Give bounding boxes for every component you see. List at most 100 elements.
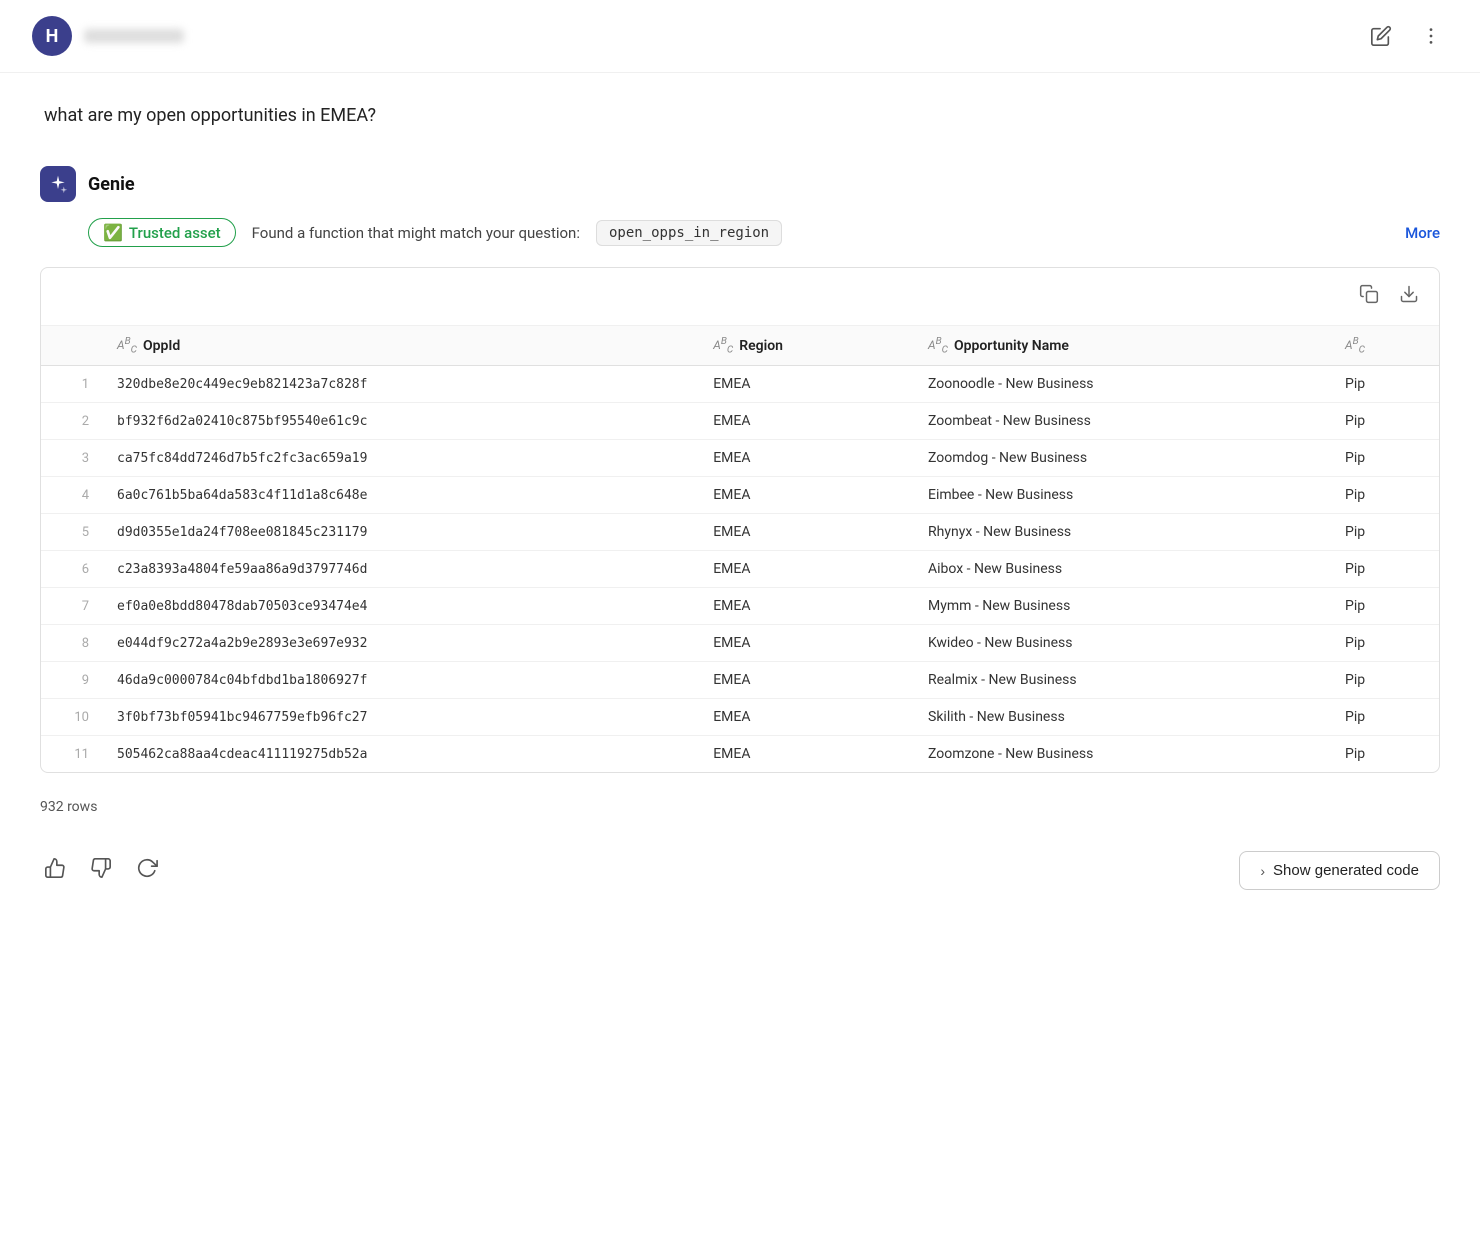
user-question: what are my open opportunities in EMEA? xyxy=(44,105,1440,126)
cell-extra: Pip xyxy=(1329,551,1439,588)
cell-extra: Pip xyxy=(1329,477,1439,514)
results-table: ABC OppId ABC Region ABC xyxy=(41,326,1439,772)
cell-extra: Pip xyxy=(1329,366,1439,403)
thumbs-down-button[interactable] xyxy=(86,853,116,889)
trusted-asset-badge: ✅ Trusted asset xyxy=(88,218,236,247)
cell-opp-id: 505462ca88aa4cdeac411119275db52a xyxy=(101,736,697,773)
cell-opp-name: Mymm - New Business xyxy=(912,588,1329,625)
row-number: 8 xyxy=(41,625,101,662)
avatar: H xyxy=(32,16,72,56)
extra-col-icon: ABC xyxy=(1345,336,1365,355)
cell-opp-name: Eimbee - New Business xyxy=(912,477,1329,514)
cell-opp-name: Zoomdog - New Business xyxy=(912,440,1329,477)
results-table-container: ABC OppId ABC Region ABC xyxy=(40,267,1440,773)
genie-label: Genie xyxy=(88,174,135,195)
username-blur xyxy=(84,29,184,43)
trusted-asset-label: Trusted asset xyxy=(129,224,221,242)
oppid-col-icon: ABC xyxy=(117,336,137,355)
row-number: 11 xyxy=(41,736,101,773)
download-button[interactable] xyxy=(1395,280,1423,313)
cell-opp-id: 6a0c761b5ba64da583c4f11d1a8c648e xyxy=(101,477,697,514)
table-toolbar xyxy=(41,268,1439,326)
cell-region: EMEA xyxy=(697,662,912,699)
more-link[interactable]: More xyxy=(1405,224,1440,242)
table-header-row: ABC OppId ABC Region ABC xyxy=(41,326,1439,366)
table-body: 1320dbe8e20c449ec9eb821423a7c828fEMEAZoo… xyxy=(41,366,1439,773)
cell-opp-name: Zoombeat - New Business xyxy=(912,403,1329,440)
cell-opp-id: ca75fc84dd7246d7b5fc2fc3ac659a19 xyxy=(101,440,697,477)
table-row: 1320dbe8e20c449ec9eb821423a7c828fEMEAZoo… xyxy=(41,366,1439,403)
region-col-icon: ABC xyxy=(713,336,733,355)
copy-button[interactable] xyxy=(1355,280,1383,313)
table-row: 7ef0a0e8bdd80478dab70503ce93474e4EMEAMym… xyxy=(41,588,1439,625)
cell-extra: Pip xyxy=(1329,662,1439,699)
top-bar: H xyxy=(0,0,1480,73)
table-row: 2bf932f6d2a02410c875bf95540e61c9cEMEAZoo… xyxy=(41,403,1439,440)
cell-opp-name: Aibox - New Business xyxy=(912,551,1329,588)
table-row: 11505462ca88aa4cdeac411119275db52aEMEAZo… xyxy=(41,736,1439,773)
main-content: what are my open opportunities in EMEA? … xyxy=(0,73,1480,922)
thumbs-up-button[interactable] xyxy=(40,853,70,889)
col-header-oppname: ABC Opportunity Name xyxy=(912,326,1329,366)
genie-header: Genie xyxy=(40,166,1440,202)
cell-opp-id: ef0a0e8bdd80478dab70503ce93474e4 xyxy=(101,588,697,625)
cell-extra: Pip xyxy=(1329,440,1439,477)
show-code-label: Show generated code xyxy=(1273,862,1419,879)
col-label-region: Region xyxy=(739,338,783,354)
cell-region: EMEA xyxy=(697,403,912,440)
function-name-badge: open_opps_in_region xyxy=(596,220,782,246)
col-label-oppid: OppId xyxy=(143,338,180,354)
row-number: 7 xyxy=(41,588,101,625)
col-header-region: ABC Region xyxy=(697,326,912,366)
more-options-button[interactable] xyxy=(1414,19,1448,53)
cell-region: EMEA xyxy=(697,736,912,773)
cell-region: EMEA xyxy=(697,625,912,662)
col-header-oppid: ABC OppId xyxy=(101,326,697,366)
top-icons xyxy=(1364,19,1448,53)
oppname-col-icon: ABC xyxy=(928,336,948,355)
cell-opp-name: Kwideo - New Business xyxy=(912,625,1329,662)
row-number: 1 xyxy=(41,366,101,403)
cell-opp-name: Realmix - New Business xyxy=(912,662,1329,699)
row-number: 5 xyxy=(41,514,101,551)
cell-opp-name: Zoonoodle - New Business xyxy=(912,366,1329,403)
cell-opp-id: e044df9c272a4a2b9e2893e3e697e932 xyxy=(101,625,697,662)
cell-opp-id: 46da9c0000784c04bfdbd1ba1806927f xyxy=(101,662,697,699)
table-row: 8e044df9c272a4a2b9e2893e3e697e932EMEAKwi… xyxy=(41,625,1439,662)
cell-opp-name: Rhynyx - New Business xyxy=(912,514,1329,551)
row-number: 4 xyxy=(41,477,101,514)
col-label-oppname: Opportunity Name xyxy=(954,338,1069,354)
user-section: H xyxy=(32,16,184,56)
table-row: 5d9d0355e1da24f708ee081845c231179EMEARhy… xyxy=(41,514,1439,551)
found-text: Found a function that might match your q… xyxy=(252,224,580,242)
feedback-icons xyxy=(40,853,162,889)
cell-extra: Pip xyxy=(1329,514,1439,551)
cell-region: EMEA xyxy=(697,440,912,477)
cell-opp-id: 3f0bf73bf05941bc9467759efb96fc27 xyxy=(101,699,697,736)
col-header-rownum xyxy=(41,326,101,366)
genie-section: Genie ✅ Trusted asset Found a function t… xyxy=(40,166,1440,890)
cell-extra: Pip xyxy=(1329,588,1439,625)
refresh-button[interactable] xyxy=(132,853,162,889)
table-row: 6c23a8393a4804fe59aa86a9d3797746dEMEAAib… xyxy=(41,551,1439,588)
cell-opp-name: Skilith - New Business xyxy=(912,699,1329,736)
row-number: 2 xyxy=(41,403,101,440)
row-number: 10 xyxy=(41,699,101,736)
show-generated-code-button[interactable]: › Show generated code xyxy=(1239,851,1440,890)
row-number: 6 xyxy=(41,551,101,588)
cell-opp-name: Zoomzone - New Business xyxy=(912,736,1329,773)
row-number: 3 xyxy=(41,440,101,477)
cell-opp-id: d9d0355e1da24f708ee081845c231179 xyxy=(101,514,697,551)
genie-icon xyxy=(40,166,76,202)
table-row: 946da9c0000784c04bfdbd1ba1806927fEMEARea… xyxy=(41,662,1439,699)
cell-region: EMEA xyxy=(697,366,912,403)
table-row: 46a0c761b5ba64da583c4f11d1a8c648eEMEAEim… xyxy=(41,477,1439,514)
table-row: 103f0bf73bf05941bc9467759efb96fc27EMEASk… xyxy=(41,699,1439,736)
cell-region: EMEA xyxy=(697,477,912,514)
cell-region: EMEA xyxy=(697,588,912,625)
cell-extra: Pip xyxy=(1329,699,1439,736)
edit-button[interactable] xyxy=(1364,19,1398,53)
cell-extra: Pip xyxy=(1329,625,1439,662)
table-row: 3ca75fc84dd7246d7b5fc2fc3ac659a19EMEAZoo… xyxy=(41,440,1439,477)
cell-opp-id: bf932f6d2a02410c875bf95540e61c9c xyxy=(101,403,697,440)
